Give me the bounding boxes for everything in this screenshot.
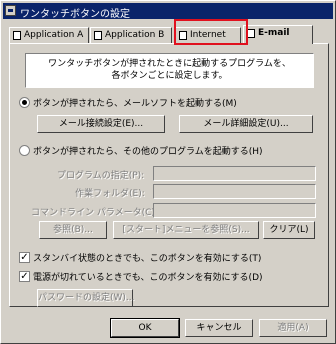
title-bar[interactable]: ワンタッチボタンの設定 xyxy=(3,3,333,20)
radio-mail-label: ボタンが押されたら、メールソフトを起動する(M) xyxy=(33,99,237,109)
browse-button[interactable]: 参照(B)... xyxy=(39,221,107,239)
tab-label: Application B xyxy=(105,30,165,40)
tab-application-a[interactable]: Application A xyxy=(9,27,89,43)
settings-dialog: ワンタッチボタンの設定 Application A Application B … xyxy=(0,0,336,344)
radio-other-label: ボタンが押されたら、その他のプログラムを起動する(H) xyxy=(33,147,263,157)
radio-other-program[interactable] xyxy=(19,145,30,156)
tab-strip: Application A Application B Internet E-m… xyxy=(9,25,327,44)
tab-label: Application A xyxy=(24,30,84,40)
cancel-button[interactable]: キャンセル xyxy=(185,319,253,337)
application-icon xyxy=(94,31,102,40)
work-folder-label: 作業フォルダ(E): xyxy=(75,189,145,199)
standby-label: スタンバイ状態のときでも、このボタンを有効にする(T) xyxy=(33,254,262,264)
program-path-field[interactable] xyxy=(153,166,316,181)
standby-checkbox[interactable]: ✓ xyxy=(19,252,30,263)
tab-application-b[interactable]: Application B xyxy=(90,27,172,43)
description-box: ワンタッチボタンが押されたときに起動するプログラムを、 各ボタンごとに設定します… xyxy=(25,53,314,88)
work-folder-field[interactable] xyxy=(153,184,316,199)
power-off-label: 電源が切れているときでも、このボタンを有効にする(D) xyxy=(33,273,263,283)
mail-detail-settings-button[interactable]: メール詳細設定(U)... xyxy=(179,115,313,133)
tab-email[interactable]: E-mail xyxy=(243,25,313,44)
radio-mail-software[interactable] xyxy=(19,97,30,108)
cmdline-params-label: コマンドライン パラメータ(C): xyxy=(31,208,158,218)
mail-connect-settings-button[interactable]: メール接続設定(E)... xyxy=(37,115,165,133)
description-line-2: 各ボタンごとに設定します。 xyxy=(111,71,228,81)
ok-button[interactable]: OK xyxy=(110,318,180,338)
highlight-box xyxy=(174,19,248,45)
cmdline-params-field[interactable] xyxy=(153,203,316,218)
program-path-label: プログラムの指定(P): xyxy=(57,171,145,181)
tab-label: E-mail xyxy=(258,28,290,38)
window-title: ワンタッチボタンの設定 xyxy=(20,9,130,20)
password-settings-button[interactable]: パスワードの設定(W)... xyxy=(37,289,135,307)
app-icon xyxy=(5,5,16,16)
power-off-checkbox[interactable]: ✓ xyxy=(19,271,30,282)
start-menu-browse-button[interactable]: [スタート]メニューを参照(S)... xyxy=(113,221,259,239)
description-line-1: ワンタッチボタンが押されたときに起動するプログラムを、 xyxy=(48,59,291,69)
clear-button[interactable]: クリア(L) xyxy=(263,221,315,239)
apply-button[interactable]: 適用(A) xyxy=(259,319,327,337)
email-icon xyxy=(247,29,255,38)
application-icon xyxy=(13,31,21,40)
